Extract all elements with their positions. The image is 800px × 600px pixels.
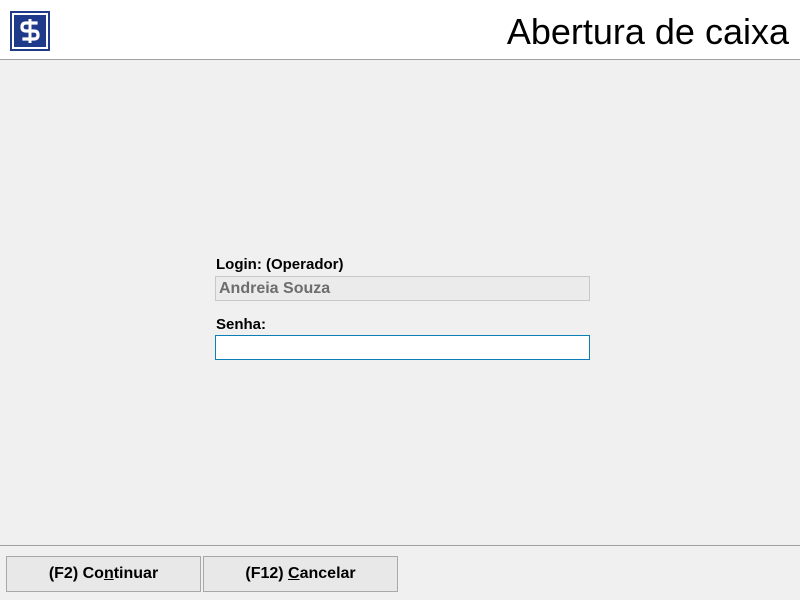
cancel-button-label-suffix: ancelar	[299, 565, 356, 582]
senha-label: Senha:	[216, 316, 267, 333]
continue-button[interactable]: (F2) Continuar	[6, 556, 201, 592]
dollar-sign-icon	[10, 11, 50, 51]
continue-button-label-suffix: tinuar	[113, 565, 159, 582]
login-label: Login: (Operador)	[216, 256, 344, 273]
continue-button-mnemonic: n	[103, 565, 114, 582]
cancel-button-mnemonic: C	[288, 565, 300, 582]
senha-field[interactable]	[215, 335, 590, 360]
cancel-button-label-prefix: (F12)	[245, 565, 289, 582]
header-bar: Abertura de caixa	[0, 0, 800, 60]
continue-button-label-prefix: (F2) Co	[48, 565, 104, 582]
abertura-de-caixa-window: Abertura de caixa Login: (Operador) Senh…	[0, 0, 800, 600]
login-field[interactable]	[215, 276, 590, 301]
page-title: Abertura de caixa	[506, 11, 789, 52]
cancel-button[interactable]: (F12) Cancelar	[203, 556, 398, 592]
